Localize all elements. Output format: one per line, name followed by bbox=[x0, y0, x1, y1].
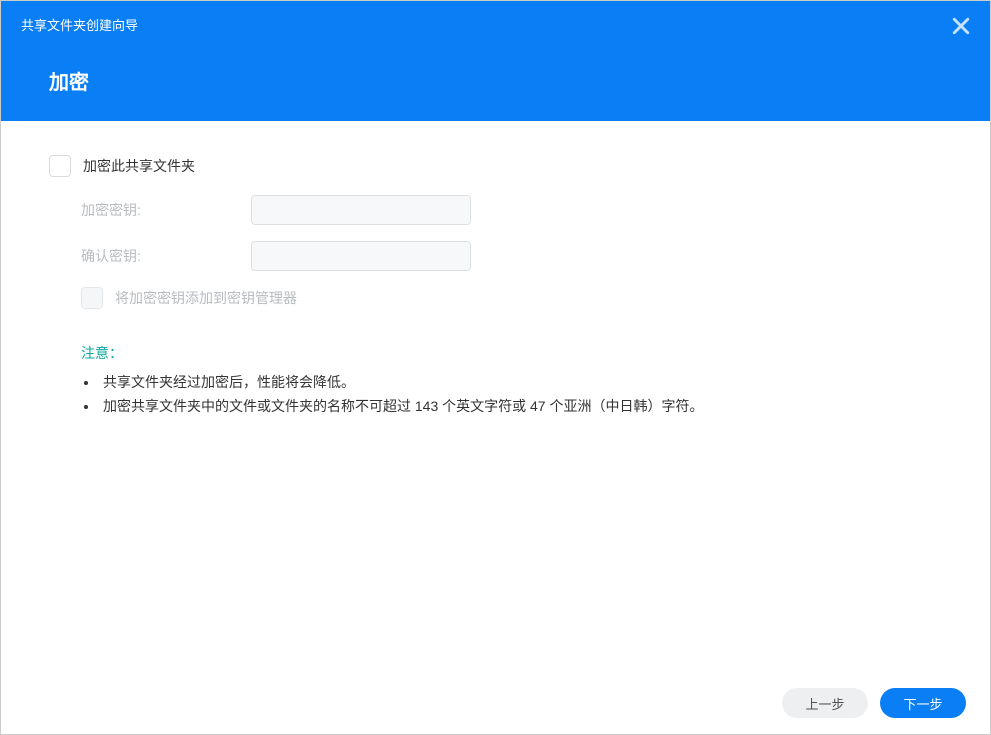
add-to-manager-row: 将加密密钥添加到密钥管理器 bbox=[49, 287, 942, 309]
next-button[interactable]: 下一步 bbox=[880, 688, 966, 718]
add-to-manager-label: 将加密密钥添加到密钥管理器 bbox=[115, 288, 297, 308]
close-icon[interactable] bbox=[952, 17, 970, 35]
dialog-content: 加密此共享文件夹 加密密钥: 确认密钥: 将加密密钥添加到密钥管理器 注意： 共… bbox=[1, 121, 990, 419]
prev-button[interactable]: 上一步 bbox=[782, 688, 868, 718]
confirm-key-label: 确认密钥: bbox=[81, 246, 251, 266]
dialog-title: 共享文件夹创建向导 bbox=[1, 1, 990, 34]
notice-list: 共享文件夹经过加密后，性能将会降低。 加密共享文件夹中的文件或文件夹的名称不可超… bbox=[49, 371, 942, 419]
dialog-footer: 上一步 下一步 bbox=[782, 688, 966, 718]
encryption-key-row: 加密密钥: bbox=[49, 195, 942, 225]
dialog-header: 共享文件夹创建向导 加密 bbox=[1, 1, 990, 121]
notice-item: 加密共享文件夹中的文件或文件夹的名称不可超过 143 个英文字符或 47 个亚洲… bbox=[99, 395, 942, 419]
encrypt-checkbox-label: 加密此共享文件夹 bbox=[83, 156, 195, 176]
notice-item: 共享文件夹经过加密后，性能将会降低。 bbox=[99, 371, 942, 395]
confirm-key-row: 确认密钥: bbox=[49, 241, 942, 271]
encrypt-checkbox[interactable] bbox=[49, 155, 71, 177]
add-to-manager-checkbox bbox=[81, 287, 103, 309]
notice-title: 注意： bbox=[49, 343, 942, 363]
confirm-key-input bbox=[251, 241, 471, 271]
dialog-subtitle: 加密 bbox=[1, 34, 990, 95]
encrypt-checkbox-row: 加密此共享文件夹 bbox=[49, 155, 942, 177]
encryption-key-input bbox=[251, 195, 471, 225]
encryption-key-label: 加密密钥: bbox=[81, 200, 251, 220]
